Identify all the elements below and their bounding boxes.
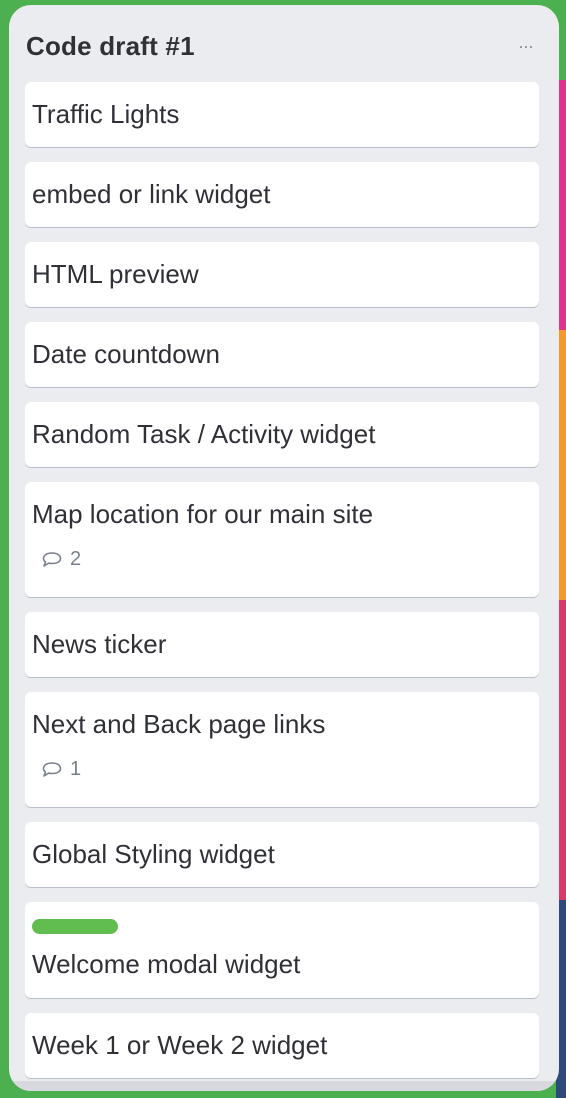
card-title: Welcome modal widget <box>32 949 301 979</box>
list-title[interactable]: Code draft #1 <box>26 31 195 62</box>
card-title: embed or link widget <box>32 179 271 209</box>
card-welcome-modal-widget[interactable]: Welcome modal widget <box>25 902 539 998</box>
card-map-location[interactable]: Map location for our main site 2 <box>25 482 539 597</box>
card-week-1-or-week-2-widget[interactable]: Week 1 or Week 2 widget <box>25 1013 539 1078</box>
card-title: Traffic Lights <box>32 99 180 129</box>
comment-badge: 1 <box>41 758 81 781</box>
card-title: HTML preview <box>32 259 199 289</box>
card-title: Week 1 or Week 2 widget <box>32 1030 328 1060</box>
card-global-styling-widget[interactable]: Global Styling widget <box>25 822 539 887</box>
comment-count: 2 <box>70 548 82 570</box>
card-embed-or-link-widget[interactable]: embed or link widget <box>25 162 539 227</box>
card-traffic-lights[interactable]: Traffic Lights <box>25 82 539 147</box>
comment-badge: 2 <box>41 548 81 571</box>
comment-icon <box>41 760 63 780</box>
card-html-preview[interactable]: HTML preview <box>25 242 539 307</box>
card-random-task-activity-widget[interactable]: Random Task / Activity widget <box>25 402 539 467</box>
card-title: Date countdown <box>32 339 220 369</box>
comment-icon <box>41 550 63 570</box>
card-date-countdown[interactable]: Date countdown <box>25 322 539 387</box>
trello-list: Code draft #1 ··· Traffic Lights embed o… <box>9 5 559 1091</box>
card-title: Map location for our main site <box>32 499 374 529</box>
list-header[interactable]: Code draft #1 ··· <box>9 5 559 83</box>
comment-count: 1 <box>70 758 82 780</box>
card-next-and-back-page-links[interactable]: Next and Back page links 1 <box>25 692 539 807</box>
card-title: Global Styling widget <box>32 839 275 869</box>
card-title: News ticker <box>32 629 167 659</box>
card-title: Next and Back page links <box>32 709 326 739</box>
more-horizontal-icon[interactable]: ··· <box>518 37 534 55</box>
green-label[interactable] <box>32 919 118 934</box>
list-bottom-edge <box>9 1081 559 1091</box>
card-title: Random Task / Activity widget <box>32 419 376 449</box>
card-news-ticker[interactable]: News ticker <box>25 612 539 677</box>
